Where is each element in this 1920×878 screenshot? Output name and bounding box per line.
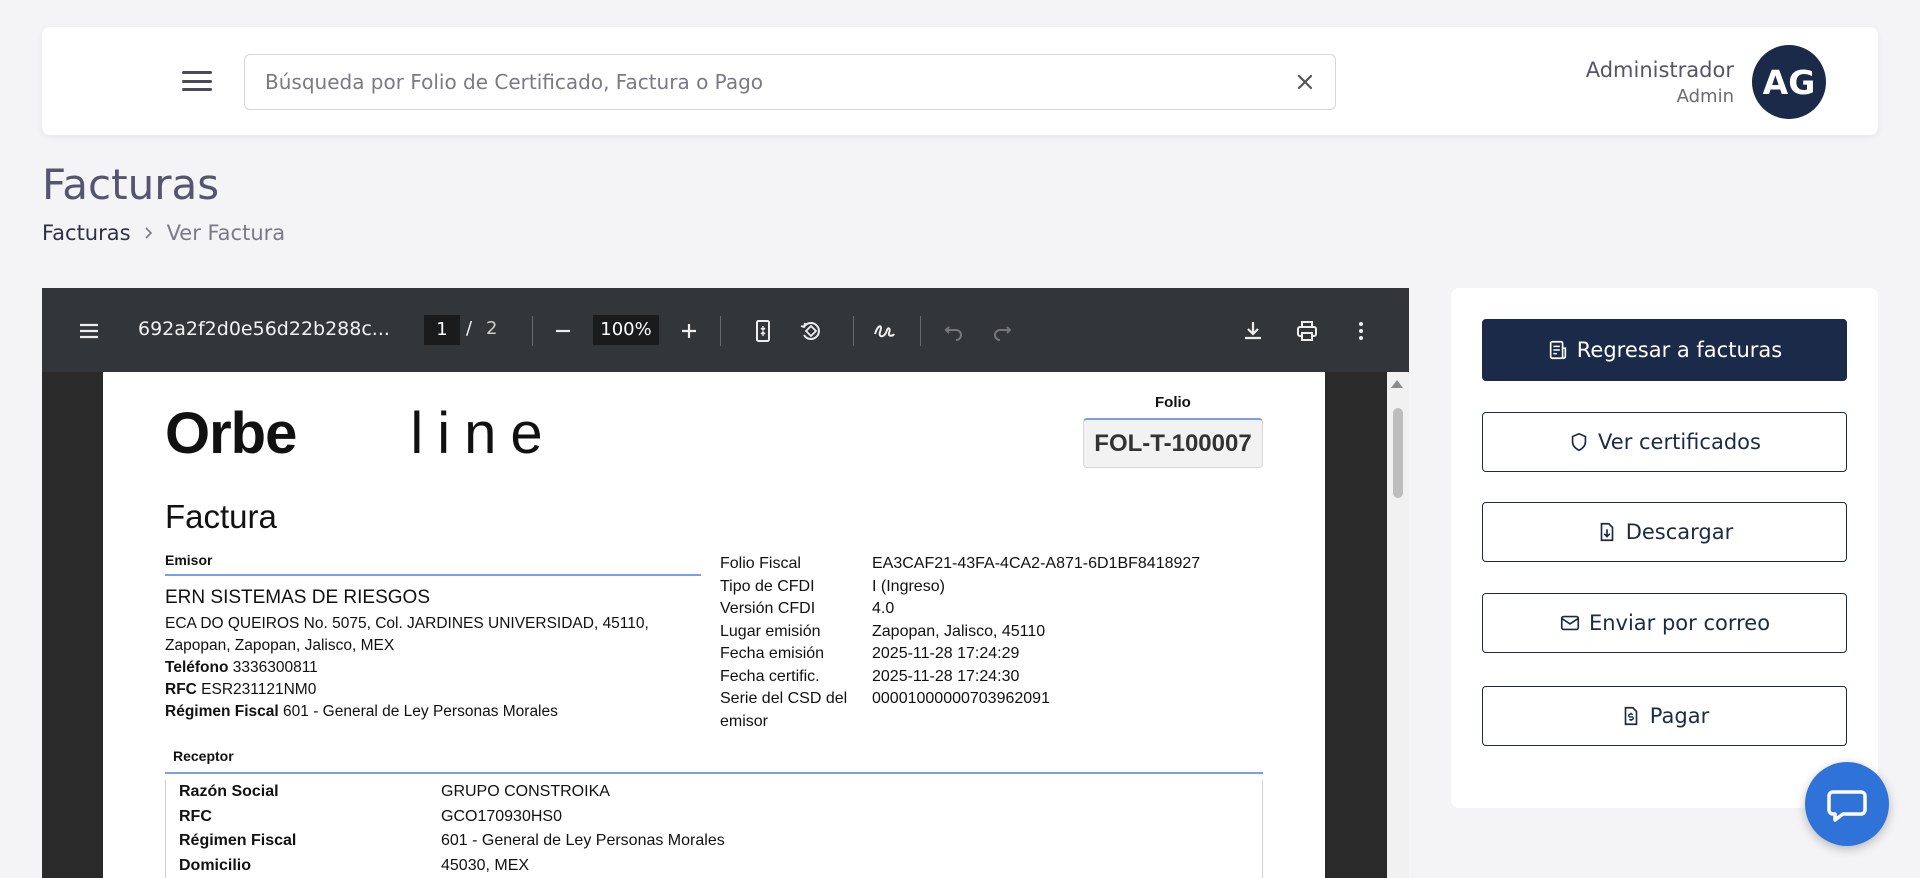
company-logo: Orbe line — [165, 394, 557, 472]
emisor-telefono: Teléfono 3336300811 — [165, 659, 318, 676]
download-icon[interactable] — [1240, 318, 1266, 344]
receptor-heading: Receptor — [165, 748, 1263, 774]
page-separator: / — [466, 318, 473, 339]
toolbar-divider — [853, 316, 854, 346]
back-to-invoices-button[interactable]: Regresar a facturas — [1482, 319, 1847, 381]
emisor-section: ERN SISTEMAS DE RIESGOS ECA DO QUEIROS N… — [165, 587, 701, 723]
actions-panel: Regresar a facturas Ver certificados Des… — [1451, 288, 1878, 808]
receptor-row: Régimen Fiscal 601 - General de Ley Perso… — [179, 832, 725, 850]
toolbar-divider — [920, 316, 921, 346]
print-icon[interactable] — [1294, 318, 1320, 344]
pdf-file-name: 692a2f2d0e56d22b288c... — [138, 318, 390, 340]
document-title: Factura — [165, 498, 277, 535]
toolbar-divider — [720, 316, 721, 346]
fiscal-row: Lugar emisión Zapopan, Jalisco, 45110 — [720, 622, 1046, 640]
clear-search-icon[interactable] — [1293, 70, 1317, 94]
chat-button[interactable] — [1805, 762, 1889, 846]
scroll-up-icon[interactable] — [1391, 380, 1403, 388]
toolbar-divider — [532, 316, 533, 346]
invoice-list-icon — [1549, 340, 1566, 360]
fiscal-row: Tipo de CFDI I (Ingreso) — [720, 577, 945, 595]
download-button[interactable]: Descargar — [1482, 502, 1847, 562]
pdf-toolbar: 692a2f2d0e56d22b288c... 1 / 2 100% — [42, 288, 1409, 372]
receptor-row: RFC GCO170930HS0 — [179, 807, 562, 825]
breadcrumb-facturas[interactable]: Facturas — [42, 221, 131, 245]
search-box — [244, 54, 1336, 110]
sidebar-menu-icon[interactable] — [76, 318, 102, 344]
fiscal-row: Fecha emisión 2025-11-28 17:24:29 — [720, 645, 1020, 662]
user-menu[interactable]: Administrador Admin AG — [1586, 45, 1826, 119]
page-title: Facturas — [42, 160, 220, 209]
pdf-viewer: 692a2f2d0e56d22b288c... 1 / 2 100% Orbe … — [42, 288, 1409, 878]
emisor-regimen: Régimen Fiscal 601 - General de Ley Pers… — [165, 703, 558, 720]
menu-icon[interactable] — [182, 69, 212, 93]
rotate-icon[interactable] — [798, 318, 824, 344]
top-header: Administrador Admin AG — [42, 27, 1878, 135]
invoice-dollar-icon — [1624, 706, 1638, 726]
view-certificates-button[interactable]: Ver certificados — [1482, 412, 1847, 472]
user-sub: Admin — [1676, 85, 1734, 107]
logo-word-orbe: Orbe — [165, 400, 297, 466]
search-input[interactable] — [245, 55, 1245, 109]
pdf-scroll-thumb[interactable] — [1393, 408, 1403, 498]
undo-icon[interactable] — [941, 318, 967, 344]
fit-page-icon[interactable] — [750, 318, 776, 344]
zoom-in-icon[interactable] — [676, 318, 702, 344]
redo-icon[interactable] — [989, 318, 1015, 344]
shield-icon — [1571, 432, 1587, 452]
zoom-out-icon[interactable] — [550, 318, 576, 344]
emisor-rfc: RFC ESR231121NM0 — [165, 681, 317, 698]
annotate-icon[interactable] — [871, 318, 897, 344]
avatar[interactable]: AG — [1752, 45, 1826, 119]
pay-button[interactable]: Pagar — [1482, 686, 1847, 746]
zoom-level[interactable]: 100% — [593, 315, 659, 345]
more-options-icon[interactable] — [1348, 318, 1374, 344]
mail-icon — [1560, 615, 1580, 631]
logo-globe-icon — [315, 396, 392, 470]
send-email-button[interactable]: Enviar por correo — [1482, 593, 1847, 653]
receptor-row: Razón Social GRUPO CONSTROIKA — [179, 783, 610, 801]
file-download-icon — [1600, 522, 1614, 542]
emisor-heading: Emisor — [165, 552, 701, 576]
receptor-row: Domicilio 45030, MEX — [179, 856, 530, 874]
fiscal-row: Versión CFDI 4.0 — [720, 600, 895, 617]
receptor-section: Razón Social GRUPO CONSTROIKA RFC GCO17093… — [165, 780, 1263, 878]
folio-label: Folio — [1155, 394, 1191, 411]
chevron-right-icon — [143, 223, 155, 244]
fiscal-row: Fecha certific. 2025-11-28 17:24:30 — [720, 667, 1020, 685]
page-total: 2 — [486, 318, 498, 339]
folio-value: FOL-T-100007 — [1083, 418, 1263, 468]
fiscal-row: Folio Fiscal EA3CAF21-43FA-4CA2-A871-6D1B… — [720, 555, 1201, 572]
fiscal-data: Folio Fiscal EA3CAF21-43FA-4CA2-A871-6D1B… — [720, 553, 1232, 733]
fiscal-row: Serie del CSD del emisor 0000100000070396… — [720, 690, 1050, 730]
emisor-name: ERN SISTEMAS DE RIESGOS — [165, 587, 430, 608]
user-role: Administrador — [1585, 57, 1734, 82]
emisor-address: ECA DO QUEIROS No. 5075, Col. JARDINES U… — [165, 615, 649, 654]
page-number-input[interactable]: 1 — [424, 315, 460, 345]
breadcrumb-ver-factura: Ver Factura — [166, 221, 286, 245]
pdf-page: Orbe line Folio FOL-T-100007 Factura Emi… — [103, 372, 1325, 878]
breadcrumb: Facturas Ver Factura — [42, 221, 285, 245]
chat-bubble-icon — [1827, 790, 1867, 822]
logo-word-line: line — [410, 400, 557, 466]
